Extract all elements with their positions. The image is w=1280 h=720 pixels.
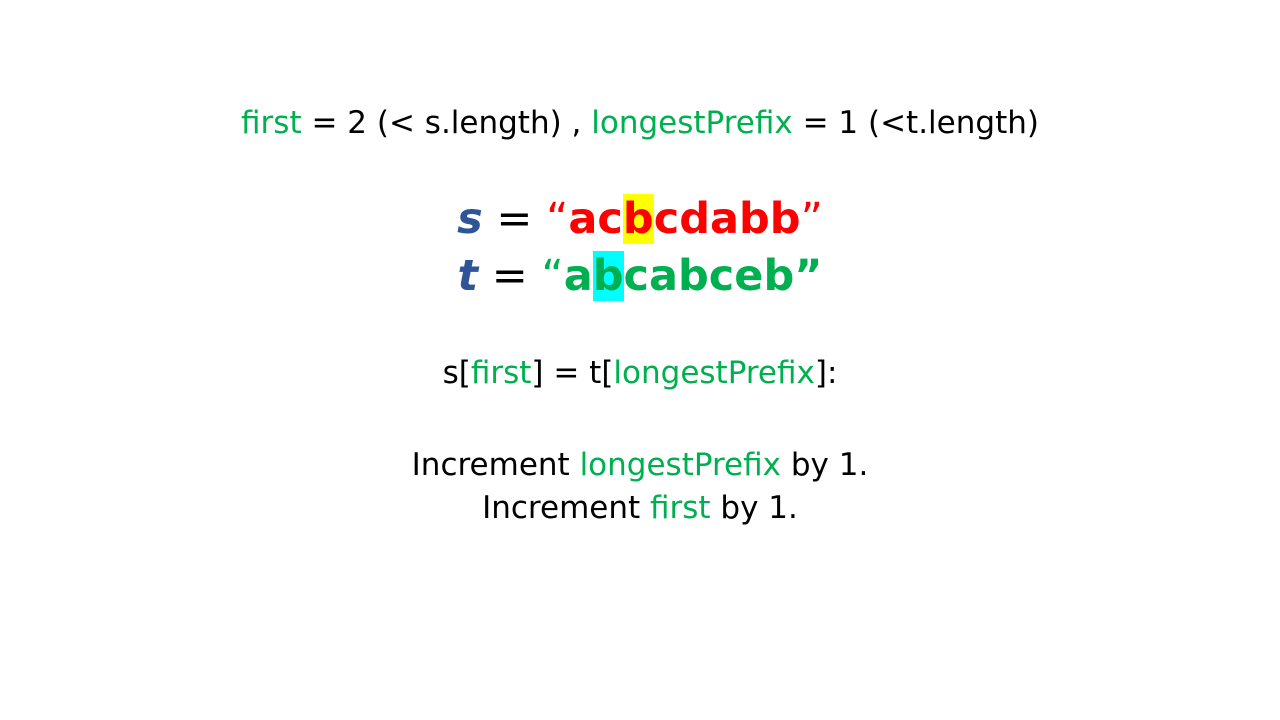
condition-part-1: s[ — [442, 355, 471, 391]
s-open-quote: “ — [546, 194, 569, 244]
s-highlighted-char: b — [622, 194, 654, 244]
increment-2-prefix: Increment — [482, 490, 650, 526]
slide: first = 2 (< s.length) , longestPrefix =… — [0, 0, 1280, 720]
increment-2-variable: first — [650, 490, 711, 526]
state-summary: first = 2 (< s.length) , longestPrefix =… — [0, 100, 1280, 146]
s-equals: = — [482, 194, 547, 244]
comparison-condition: s[first] = t[longestPrefix]: — [0, 350, 1280, 396]
t-string-line: t = “abcabceb” — [0, 247, 1280, 305]
t-variable: t — [457, 251, 479, 301]
s-chars-after: cdabb — [653, 194, 801, 244]
first-value-text: = 2 (< s.length) , — [301, 105, 592, 141]
condition-first-variable: first — [470, 355, 532, 391]
s-close-quote: ” — [800, 194, 823, 244]
increment-1-variable: longestPrefix — [579, 447, 782, 483]
t-close-quote: ” — [794, 251, 823, 301]
increment-1-prefix: Increment — [411, 447, 580, 483]
s-chars-before: ac — [568, 194, 623, 244]
increment-longest-prefix-line: Increment longestPrefix by 1. — [0, 442, 1280, 488]
condition-part-3: ]: — [814, 355, 838, 391]
condition-prefix-variable: longestPrefix — [613, 355, 815, 391]
s-variable: s — [457, 194, 483, 244]
first-variable: first — [241, 105, 302, 141]
increment-1-suffix: by 1. — [781, 447, 869, 483]
condition-part-2: ] = t[ — [531, 355, 614, 391]
s-string-line: s = “acbcdabb” — [0, 190, 1280, 248]
increment-first-line: Increment first by 1. — [0, 485, 1280, 531]
t-highlighted-char: b — [592, 251, 624, 301]
longest-prefix-variable: longestPrefix — [591, 105, 793, 141]
t-chars-before: a — [563, 251, 593, 301]
t-open-quote: “ — [541, 251, 564, 301]
longest-prefix-value-text: = 1 (<t.length) — [792, 105, 1039, 141]
t-equals: = — [478, 251, 542, 301]
increment-2-suffix: by 1. — [710, 490, 798, 526]
t-chars-after: cabceb — [623, 251, 795, 301]
